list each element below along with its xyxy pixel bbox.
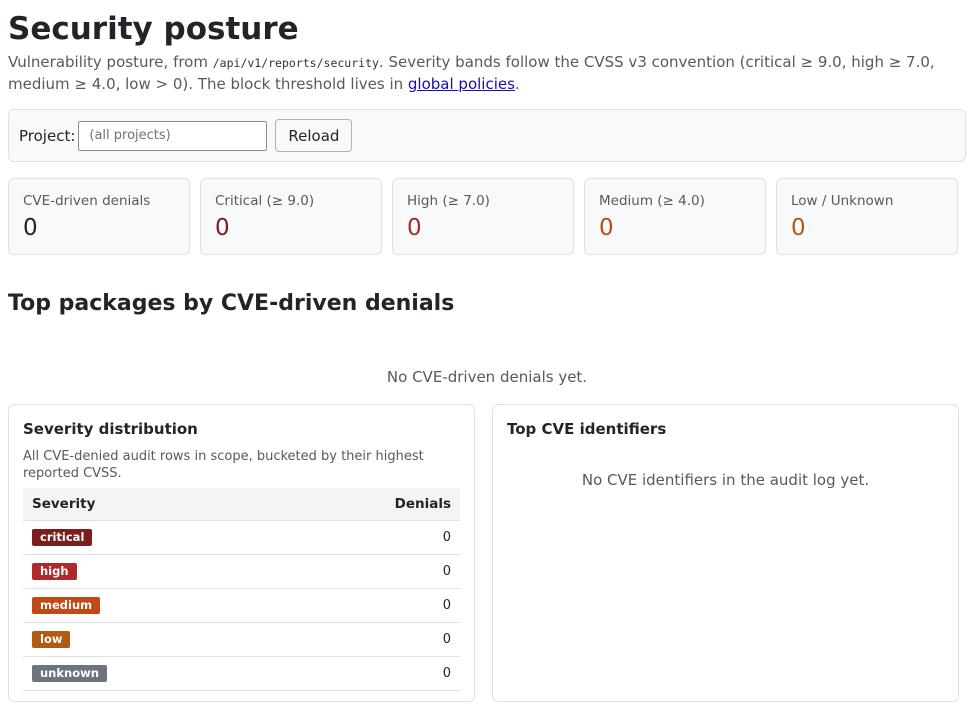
stat-card-low-unknown: Low / Unknown 0	[776, 178, 958, 255]
stat-label: Low / Unknown	[791, 193, 894, 209]
denial-count: 0	[265, 554, 460, 589]
column-header-severity: Severity	[23, 488, 266, 521]
stat-value: 0	[23, 215, 38, 241]
severity-badge-high: high	[32, 563, 77, 580]
project-input[interactable]	[78, 120, 268, 151]
denial-count: 0	[265, 520, 460, 555]
stat-label: Medium (≥ 4.0)	[599, 193, 705, 209]
global-policies-link[interactable]: global policies	[408, 75, 515, 93]
stat-value: 0	[215, 215, 230, 241]
stat-label: CVE-driven denials	[23, 193, 151, 209]
stat-card-cve-denials: CVE-driven denials 0	[8, 178, 190, 255]
table-row: unknown 0	[23, 656, 460, 691]
table-header-row: Severity Denials	[23, 488, 460, 521]
reload-button[interactable]: Reload	[275, 119, 353, 152]
severity-badge-medium: medium	[32, 597, 101, 614]
panel-title: Severity distribution	[23, 420, 198, 438]
intro-text-end: .	[514, 75, 520, 93]
column-header-denials: Denials	[265, 488, 460, 521]
table-row: critical 0	[23, 520, 460, 555]
severity-badge-unknown: unknown	[32, 665, 107, 682]
panel-title: Top CVE identifiers	[507, 420, 667, 438]
table-row: high 0	[23, 554, 460, 589]
table-row: low 0	[23, 622, 460, 657]
stat-value: 0	[599, 215, 614, 241]
cve-empty-message: No CVE identifiers in the audit log yet.	[581, 471, 870, 489]
severity-table: Severity Denials critical 0 high 0 mediu…	[23, 488, 460, 691]
project-label: Project:	[19, 126, 76, 145]
intro-text-start: Vulnerability posture, from	[8, 53, 213, 71]
stat-label: High (≥ 7.0)	[407, 193, 490, 209]
severity-distribution-panel: Severity distribution All CVE-denied aud…	[8, 404, 475, 702]
stat-card-high: High (≥ 7.0) 0	[392, 178, 574, 255]
severity-badge-critical: critical	[32, 529, 93, 546]
top-cve-identifiers-panel: Top CVE identifiers No CVE identifiers i…	[492, 404, 959, 702]
stat-label: Critical (≥ 9.0)	[215, 193, 315, 209]
severity-badge-low: low	[32, 631, 71, 648]
top-packages-heading: Top packages by CVE-driven denials	[8, 291, 455, 316]
stat-cards: CVE-driven denials 0 Critical (≥ 9.0) 0 …	[8, 178, 966, 255]
panel-description: All CVE-denied audit rows in scope, buck…	[23, 449, 424, 481]
stat-value: 0	[407, 215, 422, 241]
denial-count: 0	[265, 588, 460, 623]
page-intro: Vulnerability posture, from /api/v1/repo…	[8, 52, 963, 95]
stat-card-critical: Critical (≥ 9.0) 0	[200, 178, 382, 255]
denial-count: 0	[265, 622, 460, 657]
stat-value: 0	[791, 215, 806, 241]
denial-count: 0	[265, 656, 460, 691]
top-packages-empty-message: No CVE-driven denials yet.	[386, 368, 588, 386]
table-row: medium 0	[23, 588, 460, 623]
stat-card-medium: Medium (≥ 4.0) 0	[584, 178, 766, 255]
page-title: Security posture	[8, 11, 299, 47]
api-endpoint: /api/v1/reports/security	[212, 56, 379, 70]
filter-bar: Project: Reload	[8, 109, 966, 162]
page: Security posture Vulnerability posture, …	[0, 0, 974, 702]
panels: Severity distribution All CVE-denied aud…	[8, 404, 966, 702]
